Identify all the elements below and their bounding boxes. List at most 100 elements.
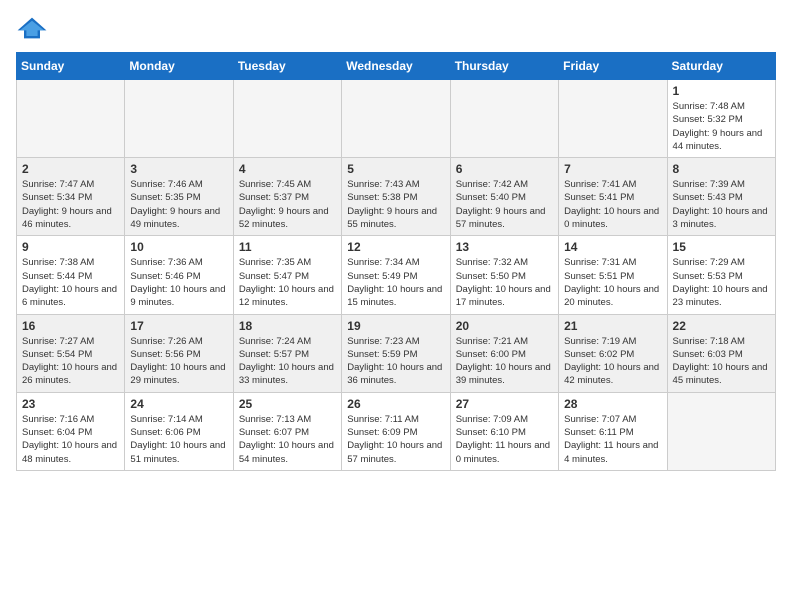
calendar-day-cell <box>17 80 125 158</box>
calendar-header-sunday: Sunday <box>17 53 125 80</box>
calendar-header-monday: Monday <box>125 53 233 80</box>
day-info: Sunrise: 7:13 AM Sunset: 6:07 PM Dayligh… <box>239 413 336 466</box>
calendar-day-cell: 14Sunrise: 7:31 AM Sunset: 5:51 PM Dayli… <box>559 236 667 314</box>
day-number: 11 <box>239 240 336 254</box>
calendar-day-cell: 28 Sunrise: 7:07 AM Sunset: 6:11 PM Dayli… <box>559 392 667 470</box>
day-number: 15 <box>673 240 770 254</box>
day-info: Sunrise: 7:26 AM Sunset: 5:56 PM Dayligh… <box>130 335 227 388</box>
calendar-day-cell: 11 Sunrise: 7:35 AM Sunset: 5:47 PM Dayli… <box>233 236 341 314</box>
day-info: Sunrise: 7:46 AM Sunset: 5:35 PM Dayligh… <box>130 178 227 231</box>
day-number: 22 <box>673 319 770 333</box>
day-number: 7 <box>564 162 661 176</box>
calendar-day-cell: 3 Sunrise: 7:46 AM Sunset: 5:35 PM Daylig… <box>125 158 233 236</box>
day-number: 10 <box>130 240 227 254</box>
day-info: Sunrise: 7:07 AM Sunset: 6:11 PM Dayligh… <box>564 413 661 466</box>
day-info: Sunrise: 7:32 AM Sunset: 5:50 PM Dayligh… <box>456 256 553 309</box>
day-info: Sunrise: 7:11 AM Sunset: 6:09 PM Dayligh… <box>347 413 444 466</box>
logo-icon <box>16 16 48 40</box>
calendar-header-saturday: Saturday <box>667 53 775 80</box>
calendar-day-cell: 4 Sunrise: 7:45 AM Sunset: 5:37 PM Daylig… <box>233 158 341 236</box>
calendar-day-cell: 23 Sunrise: 7:16 AM Sunset: 6:04 PM Dayli… <box>17 392 125 470</box>
calendar-day-cell: 8 Sunrise: 7:39 AM Sunset: 5:43 PM Daylig… <box>667 158 775 236</box>
page-header <box>16 16 776 40</box>
calendar-day-cell <box>667 392 775 470</box>
day-info: Sunrise: 7:39 AM Sunset: 5:43 PM Dayligh… <box>673 178 770 231</box>
calendar-header-tuesday: Tuesday <box>233 53 341 80</box>
calendar-day-cell: 25 Sunrise: 7:13 AM Sunset: 6:07 PM Dayli… <box>233 392 341 470</box>
calendar-week-row: 23 Sunrise: 7:16 AM Sunset: 6:04 PM Dayli… <box>17 392 776 470</box>
day-number: 1 <box>673 84 770 98</box>
calendar-day-cell: 7 Sunrise: 7:41 AM Sunset: 5:41 PM Daylig… <box>559 158 667 236</box>
calendar-day-cell <box>450 80 558 158</box>
calendar-day-cell: 12 Sunrise: 7:34 AM Sunset: 5:49 PM Dayli… <box>342 236 450 314</box>
calendar-week-row: 9 Sunrise: 7:38 AM Sunset: 5:44 PM Daylig… <box>17 236 776 314</box>
day-info: Sunrise: 7:29 AM Sunset: 5:53 PM Dayligh… <box>673 256 770 309</box>
day-info: Sunrise: 7:43 AM Sunset: 5:38 PM Dayligh… <box>347 178 444 231</box>
calendar-day-cell: 18Sunrise: 7:24 AM Sunset: 5:57 PM Dayli… <box>233 314 341 392</box>
day-number: 8 <box>673 162 770 176</box>
calendar-day-cell: 22 Sunrise: 7:18 AM Sunset: 6:03 PM Dayli… <box>667 314 775 392</box>
calendar-day-cell: 2 Sunrise: 7:47 AM Sunset: 5:34 PM Daylig… <box>17 158 125 236</box>
day-number: 20 <box>456 319 553 333</box>
calendar-header-thursday: Thursday <box>450 53 558 80</box>
calendar-day-cell: 27 Sunrise: 7:09 AM Sunset: 6:10 PM Dayli… <box>450 392 558 470</box>
day-number: 9 <box>22 240 119 254</box>
calendar-day-cell: 26 Sunrise: 7:11 AM Sunset: 6:09 PM Dayli… <box>342 392 450 470</box>
calendar-day-cell: 24 Sunrise: 7:14 AM Sunset: 6:06 PM Dayli… <box>125 392 233 470</box>
day-info: Sunrise: 7:19 AM Sunset: 6:02 PM Dayligh… <box>564 335 661 388</box>
calendar-day-cell <box>342 80 450 158</box>
day-number: 13 <box>456 240 553 254</box>
day-info: Sunrise: 7:47 AM Sunset: 5:34 PM Dayligh… <box>22 178 119 231</box>
day-number: 4 <box>239 162 336 176</box>
day-info: Sunrise: 7:14 AM Sunset: 6:06 PM Dayligh… <box>130 413 227 466</box>
day-info: Sunrise: 7:23 AM Sunset: 5:59 PM Dayligh… <box>347 335 444 388</box>
day-info: Sunrise: 7:27 AM Sunset: 5:54 PM Dayligh… <box>22 335 119 388</box>
day-info: Sunrise: 7:34 AM Sunset: 5:49 PM Dayligh… <box>347 256 444 309</box>
calendar-day-cell: 10 Sunrise: 7:36 AM Sunset: 5:46 PM Dayli… <box>125 236 233 314</box>
day-info: Sunrise: 7:18 AM Sunset: 6:03 PM Dayligh… <box>673 335 770 388</box>
day-number: 18 <box>239 319 336 333</box>
day-number: 17 <box>130 319 227 333</box>
calendar-week-row: 1 Sunrise: 7:48 AM Sunset: 5:32 PM Daylig… <box>17 80 776 158</box>
calendar-table: SundayMondayTuesdayWednesdayThursdayFrid… <box>16 52 776 471</box>
calendar-week-row: 16 Sunrise: 7:27 AM Sunset: 5:54 PM Dayli… <box>17 314 776 392</box>
day-number: 28 <box>564 397 661 411</box>
day-info: Sunrise: 7:38 AM Sunset: 5:44 PM Dayligh… <box>22 256 119 309</box>
calendar-day-cell: 16 Sunrise: 7:27 AM Sunset: 5:54 PM Dayli… <box>17 314 125 392</box>
calendar-day-cell: 15 Sunrise: 7:29 AM Sunset: 5:53 PM Dayli… <box>667 236 775 314</box>
calendar-header-friday: Friday <box>559 53 667 80</box>
logo <box>16 16 52 40</box>
day-info: Sunrise: 7:48 AM Sunset: 5:32 PM Dayligh… <box>673 100 770 153</box>
day-info: Sunrise: 7:21 AM Sunset: 6:00 PM Dayligh… <box>456 335 553 388</box>
day-number: 2 <box>22 162 119 176</box>
day-number: 27 <box>456 397 553 411</box>
day-number: 5 <box>347 162 444 176</box>
day-number: 14 <box>564 240 661 254</box>
calendar-header-row: SundayMondayTuesdayWednesdayThursdayFrid… <box>17 53 776 80</box>
day-number: 19 <box>347 319 444 333</box>
day-info: Sunrise: 7:36 AM Sunset: 5:46 PM Dayligh… <box>130 256 227 309</box>
day-info: Sunrise: 7:35 AM Sunset: 5:47 PM Dayligh… <box>239 256 336 309</box>
calendar-day-cell <box>559 80 667 158</box>
day-number: 6 <box>456 162 553 176</box>
day-number: 24 <box>130 397 227 411</box>
day-number: 23 <box>22 397 119 411</box>
calendar-day-cell: 20 Sunrise: 7:21 AM Sunset: 6:00 PM Dayli… <box>450 314 558 392</box>
day-number: 21 <box>564 319 661 333</box>
calendar-day-cell: 5 Sunrise: 7:43 AM Sunset: 5:38 PM Daylig… <box>342 158 450 236</box>
day-number: 16 <box>22 319 119 333</box>
calendar-day-cell: 1 Sunrise: 7:48 AM Sunset: 5:32 PM Daylig… <box>667 80 775 158</box>
day-info: Sunrise: 7:41 AM Sunset: 5:41 PM Dayligh… <box>564 178 661 231</box>
day-info: Sunrise: 7:16 AM Sunset: 6:04 PM Dayligh… <box>22 413 119 466</box>
calendar-day-cell: 21 Sunrise: 7:19 AM Sunset: 6:02 PM Dayli… <box>559 314 667 392</box>
day-info: Sunrise: 7:09 AM Sunset: 6:10 PM Dayligh… <box>456 413 553 466</box>
calendar-day-cell: 6Sunrise: 7:42 AM Sunset: 5:40 PM Daylig… <box>450 158 558 236</box>
calendar-day-cell <box>125 80 233 158</box>
day-number: 26 <box>347 397 444 411</box>
calendar-header-wednesday: Wednesday <box>342 53 450 80</box>
day-info: Sunrise: 7:45 AM Sunset: 5:37 PM Dayligh… <box>239 178 336 231</box>
day-number: 25 <box>239 397 336 411</box>
calendar-day-cell <box>233 80 341 158</box>
day-number: 3 <box>130 162 227 176</box>
day-number: 12 <box>347 240 444 254</box>
